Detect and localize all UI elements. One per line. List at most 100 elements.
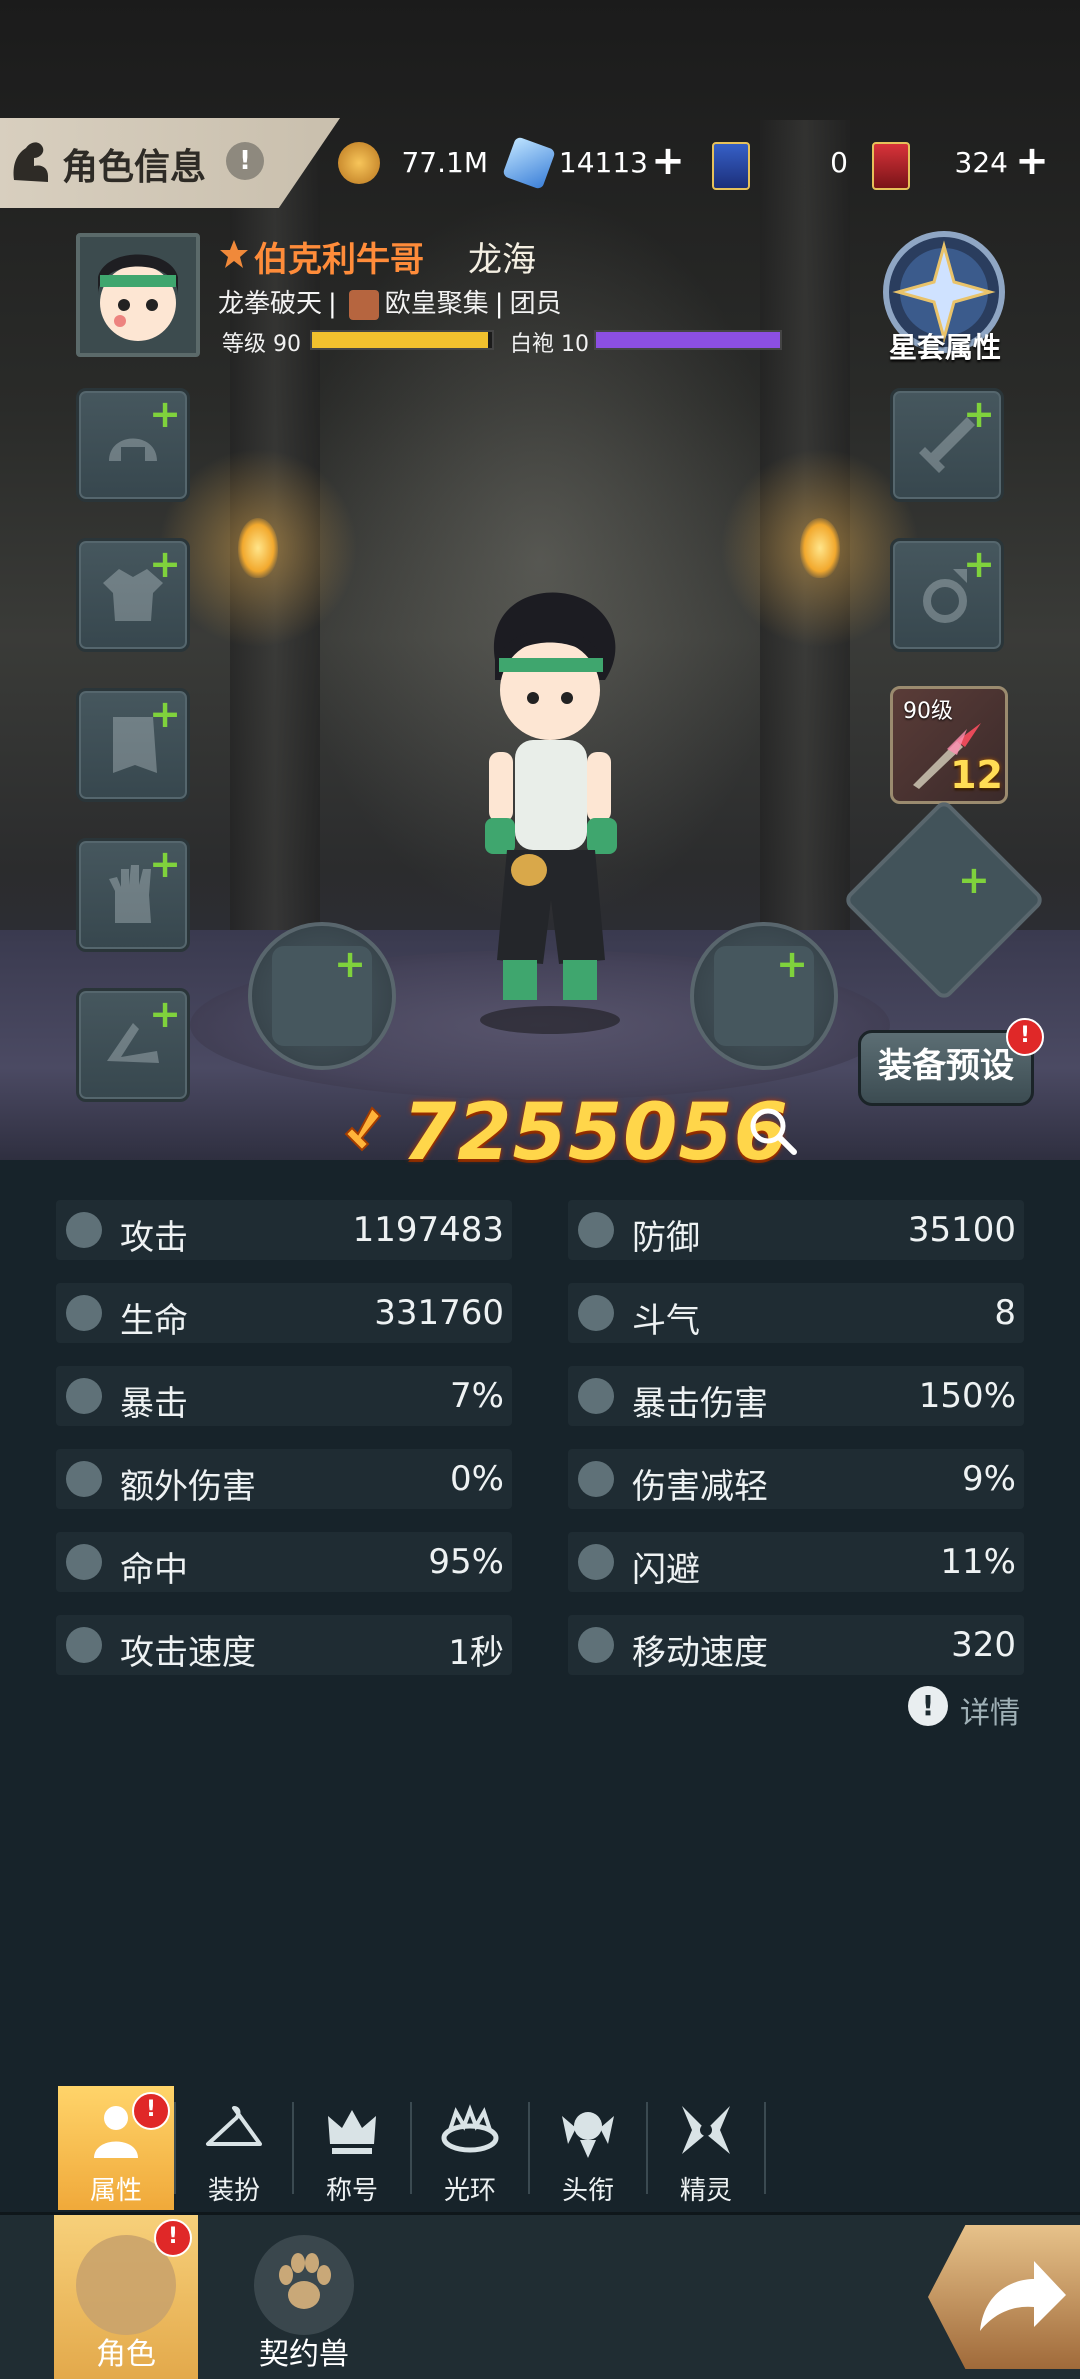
right-pet-slot[interactable]: + xyxy=(690,922,838,1070)
stat-row-move-speed: 移动速度 320 xyxy=(568,1615,1024,1675)
arrow-forward-icon xyxy=(980,2261,1066,2331)
damage-reduction-icon xyxy=(578,1461,614,1497)
guild-name[interactable]: 欧皇聚集 xyxy=(385,289,489,319)
rank-bar-fill xyxy=(596,332,780,348)
gloves-slot[interactable]: + xyxy=(76,838,190,952)
ring-slot[interactable]: + xyxy=(890,538,1004,652)
stat-row-crit: 暴击 7% xyxy=(56,1366,512,1426)
tab-label: 称号 xyxy=(325,2176,378,2206)
add-icon: + xyxy=(149,842,181,886)
blue-card-resource: 0 xyxy=(712,136,848,190)
notification-badge-icon: ! xyxy=(154,2219,192,2257)
stat-label: 命中 xyxy=(120,1550,188,1590)
character-name: 伯克利牛哥 xyxy=(254,240,424,280)
combat-power-row: 7255056 xyxy=(0,1088,1080,1178)
red-card-resource: 324 xyxy=(872,136,1008,190)
stat-row-fighting-spirit: 斗气 8 xyxy=(568,1283,1024,1343)
health-icon xyxy=(66,1295,102,1331)
add-icon: + xyxy=(149,692,181,736)
stat-label: 闪避 xyxy=(632,1550,700,1590)
add-crystal-button[interactable]: + xyxy=(648,141,688,182)
stat-value: 9% xyxy=(962,1459,1016,1499)
avatar[interactable] xyxy=(76,233,200,357)
bottom-nav: 角色 ! 契约兽 xyxy=(0,2212,1080,2379)
add-icon: + xyxy=(958,858,990,902)
stat-value: 7% xyxy=(450,1376,504,1416)
page-title: 角色信息 xyxy=(62,147,207,188)
gold-resource: 77.1M xyxy=(338,136,488,190)
crystal-value: 14113 xyxy=(558,146,648,179)
details-label: 详情 xyxy=(960,1696,1020,1731)
stat-value: 8 xyxy=(994,1293,1016,1333)
level-label: 等级 90 xyxy=(222,332,301,357)
notification-badge-icon: ! xyxy=(1006,1018,1044,1056)
hanger-icon xyxy=(206,2106,262,2146)
pants-slot[interactable]: + xyxy=(76,688,190,802)
stat-row-attack: 攻击 1197483 xyxy=(56,1200,512,1260)
attack-speed-icon xyxy=(66,1627,102,1663)
left-pet-slot[interactable]: + xyxy=(248,922,396,1070)
extra-damage-icon xyxy=(66,1461,102,1497)
tab-outfit[interactable]: 装扮 xyxy=(176,2086,292,2210)
add-icon: + xyxy=(149,992,181,1036)
character-title: 龙拳破天 xyxy=(218,289,323,319)
add-icon: + xyxy=(963,392,995,436)
stat-row-dodge: 闪避 11% xyxy=(568,1532,1024,1592)
stat-label: 额外伤害 xyxy=(120,1467,256,1507)
tab-label: 属性 xyxy=(89,2176,142,2206)
character-server: 龙海 xyxy=(468,240,536,280)
stat-row-damage-reduction: 伤害减轻 9% xyxy=(568,1449,1024,1509)
stat-value: 320 xyxy=(951,1625,1016,1665)
paw-icon xyxy=(279,2253,331,2309)
stat-label: 伤害减轻 xyxy=(632,1467,768,1507)
tab-label: 装扮 xyxy=(207,2176,260,2206)
guild-role: 团员 xyxy=(509,289,562,319)
fairy-icon xyxy=(682,2106,730,2154)
add-icon: + xyxy=(776,942,808,986)
stat-row-health: 生命 331760 xyxy=(56,1283,512,1343)
crit-icon xyxy=(66,1378,102,1414)
info-icon[interactable]: ! xyxy=(226,142,264,180)
blue-crystal-icon xyxy=(502,136,556,190)
blue-card-icon xyxy=(712,142,750,190)
add-red-card-button[interactable]: + xyxy=(1012,141,1052,182)
level-bar xyxy=(310,330,494,350)
stat-row-attack-speed: 攻击速度 1秒 xyxy=(56,1615,512,1675)
boots-slot[interactable]: + xyxy=(76,988,190,1102)
stat-value: 11% xyxy=(940,1542,1016,1582)
tab-title[interactable]: 称号 xyxy=(294,2086,410,2210)
level-bar-fill xyxy=(312,332,489,348)
search-icon[interactable] xyxy=(744,1102,800,1158)
guild-emblem-icon xyxy=(348,289,379,320)
crystal-resource: 14113 xyxy=(502,136,648,190)
move-speed-icon xyxy=(578,1627,614,1663)
weapon-slot[interactable]: 90级 12 xyxy=(890,686,1008,804)
nav-label: 契约兽 xyxy=(259,2337,349,2372)
defense-icon xyxy=(578,1212,614,1248)
top-bar: 角色信息 ! 77.1M 14113 + 0 324 + xyxy=(0,118,1080,208)
helmet-slot[interactable]: + xyxy=(76,388,190,502)
stat-label: 攻击 xyxy=(120,1218,188,1258)
stat-value: 0% xyxy=(450,1459,504,1499)
tab-label: 精灵 xyxy=(679,2176,732,2206)
share-button[interactable] xyxy=(928,2225,1080,2369)
stat-row-accuracy: 命中 95% xyxy=(56,1532,512,1592)
flex-arm-icon xyxy=(13,142,48,182)
tab-halo[interactable]: 光环 xyxy=(412,2086,528,2210)
notification-badge-icon: ! xyxy=(132,2092,170,2130)
weapon-accessory-slot[interactable]: + xyxy=(890,388,1004,502)
stat-value: 331760 xyxy=(374,1293,504,1333)
nav-pets[interactable]: 契约兽 xyxy=(232,2215,376,2379)
dodge-icon xyxy=(578,1544,614,1580)
rank-star-icon xyxy=(220,240,248,268)
tab-fairy[interactable]: 精灵 xyxy=(648,2086,764,2210)
star-set-label[interactable]: 星套属性 xyxy=(870,326,1020,366)
armor-slot[interactable]: + xyxy=(76,538,190,652)
torch-right-icon xyxy=(800,518,840,578)
add-icon: + xyxy=(963,542,995,586)
tab-emblem[interactable]: 头衔 xyxy=(530,2086,646,2210)
weapon-level: 90级 xyxy=(903,699,953,724)
stat-value: 150% xyxy=(918,1376,1016,1416)
add-icon: + xyxy=(334,942,366,986)
gold-value: 77.1M xyxy=(401,146,488,179)
